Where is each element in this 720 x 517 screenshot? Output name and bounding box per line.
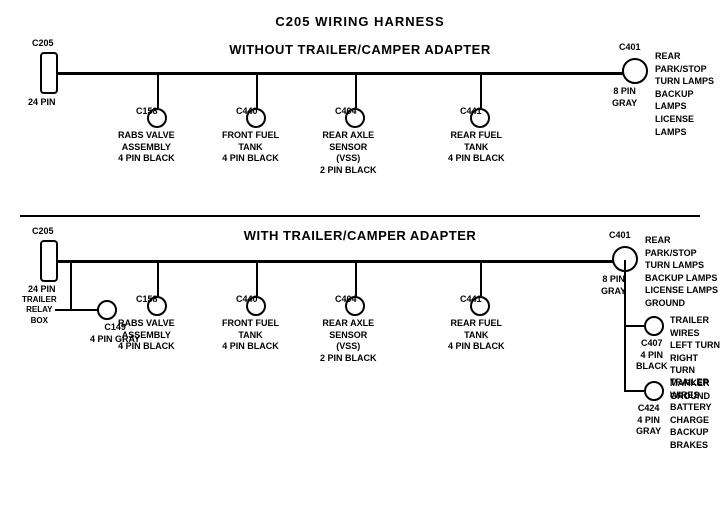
c205-connector-1 xyxy=(40,52,58,94)
c158-label-1: C158 xyxy=(136,106,158,118)
c149-connector xyxy=(97,300,117,320)
c401-connector-1 xyxy=(622,58,648,84)
c205-label-1: C205 xyxy=(32,38,54,50)
diagram-area: C205 WIRING HARNESS WITHOUT TRAILER/CAMP… xyxy=(0,0,720,500)
c424-label: C4244 PINGRAY xyxy=(636,403,661,438)
c441-label-2: C441 xyxy=(460,294,482,306)
main-line-1 xyxy=(55,72,645,75)
section2-label: WITH TRAILER/CAMPER ADAPTER xyxy=(140,228,580,243)
trailer-relay-label: TRAILERRELAYBOX xyxy=(22,295,57,326)
c441-drop-2 xyxy=(480,260,482,296)
c158-label-2: C158 xyxy=(136,294,158,306)
c407-label: C4074 PINBLACK xyxy=(636,338,668,373)
c158-drop-2 xyxy=(157,260,159,296)
c441-sub-1: REAR FUELTANK4 PIN BLACK xyxy=(448,130,505,165)
c401-sub-2: 8 PINGRAY xyxy=(601,274,626,297)
c205-sub-2: 24 PIN xyxy=(28,284,56,296)
c424-hline xyxy=(624,390,644,392)
c407-hline xyxy=(624,325,644,327)
right-branch-vline-2 xyxy=(624,349,626,391)
page-title: C205 WIRING HARNESS xyxy=(0,6,720,29)
c401-label-1: C401 xyxy=(619,42,641,54)
c404-sub-2: REAR AXLESENSOR(VSS)2 PIN BLACK xyxy=(320,318,377,365)
c440-sub-2: FRONT FUELTANK4 PIN BLACK xyxy=(222,318,279,353)
c440-sub-1: FRONT FUELTANK4 PIN BLACK xyxy=(222,130,279,165)
right-branch-vline xyxy=(624,260,626,350)
c424-right-label: TRAILER WIRESBATTERY CHARGEBACKUPBRAKES xyxy=(670,376,720,452)
c440-label-1: C440 xyxy=(236,106,258,118)
c205-sub-1: 24 PIN xyxy=(28,97,56,109)
c404-label-1: C404 xyxy=(335,106,357,118)
c440-drop-1 xyxy=(256,72,258,108)
c401-right-label-1: REAR PARK/STOPTURN LAMPSBACKUP LAMPSLICE… xyxy=(655,50,720,138)
divider-line xyxy=(20,215,700,217)
c401-sub-1: 8 PINGRAY xyxy=(612,86,637,109)
c205-connector-2 xyxy=(40,240,58,282)
c407-connector xyxy=(644,316,664,336)
relay-drop xyxy=(70,260,72,310)
c441-sub-2: REAR FUELTANK4 PIN BLACK xyxy=(448,318,505,353)
c440-drop-2 xyxy=(256,260,258,296)
c158-sub-1: RABS VALVEASSEMBLY4 PIN BLACK xyxy=(118,130,175,165)
c441-drop-1 xyxy=(480,72,482,108)
c404-drop-2 xyxy=(355,260,357,296)
c404-drop-1 xyxy=(355,72,357,108)
c404-label-2: C404 xyxy=(335,294,357,306)
section1-label: WITHOUT TRAILER/CAMPER ADAPTER xyxy=(140,42,580,57)
c441-label-1: C441 xyxy=(460,106,482,118)
c158-drop-1 xyxy=(157,72,159,108)
c440-label-2: C440 xyxy=(236,294,258,306)
main-line-2 xyxy=(55,260,630,263)
c424-connector xyxy=(644,381,664,401)
c404-sub-1: REAR AXLESENSOR(VSS)2 PIN BLACK xyxy=(320,130,377,177)
c205-label-2: C205 xyxy=(32,226,54,238)
c401-label-2: C401 xyxy=(609,230,631,242)
c149-label: C1494 PIN GRAY xyxy=(90,322,140,345)
c401-right-label-2: REAR PARK/STOPTURN LAMPSBACKUP LAMPSLICE… xyxy=(645,234,720,310)
